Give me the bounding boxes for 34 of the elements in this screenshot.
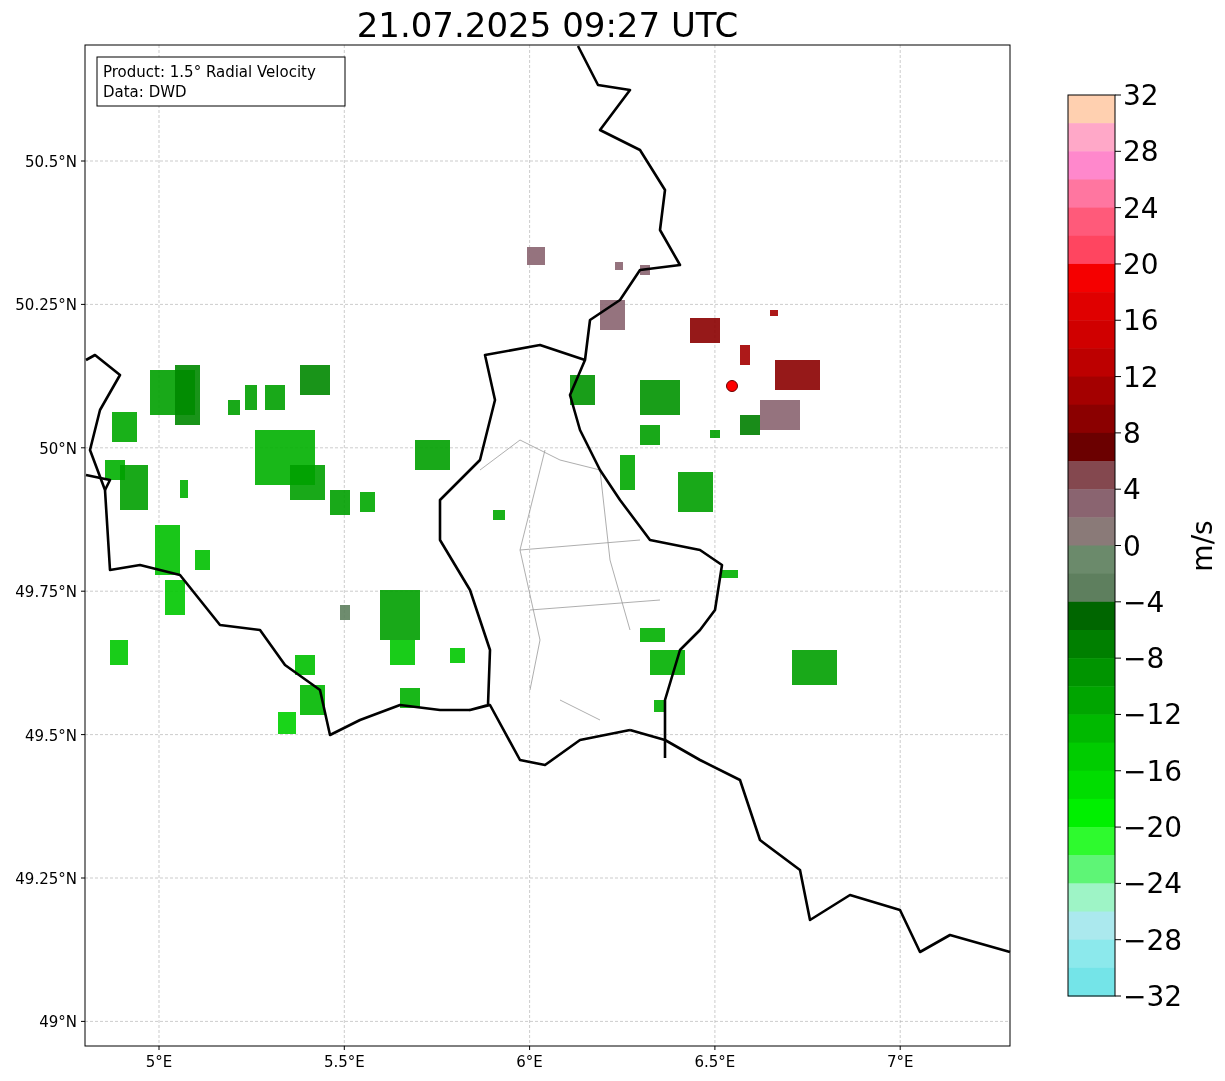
longitude-label: 5.5°E [323, 1053, 365, 1071]
latitude-label: 50°N [39, 439, 77, 458]
radar-site-marker [726, 380, 738, 392]
colorbar-tick-label: −32 [1123, 980, 1183, 1013]
latitude-label: 50.5°N [24, 153, 77, 171]
longitude-label: 5°E [145, 1053, 173, 1071]
colorbar-tick-label: −8 [1123, 642, 1165, 676]
colorbar-tick-label: −16 [1123, 754, 1183, 788]
colorbar-tick-label: 12 [1123, 360, 1159, 394]
colorbar-tick-label: −12 [1123, 698, 1183, 732]
longitude-label: 6°E [516, 1053, 543, 1071]
longitude-label: 7°E [886, 1053, 914, 1071]
longitude-label: 6.5°E [694, 1053, 736, 1071]
colorbar-tick-label: 28 [1123, 135, 1159, 169]
latitude-label: 49.75°N [15, 583, 77, 602]
colorbar-tick-label: 4 [1123, 473, 1141, 507]
colorbar-tick-label: 24 [1123, 191, 1159, 225]
chart-title: 21.07.2025 09:27 UTC [356, 5, 739, 45]
colorbar-tick-label: 32 [1123, 79, 1159, 112]
latitude-label: 49°N [39, 1013, 77, 1032]
info-text: Data: DWD [103, 83, 187, 101]
colorbar-tick-label: 20 [1123, 247, 1159, 281]
latitude-label: 50.25°N [15, 296, 77, 315]
latitude-label: 49.25°N [15, 870, 77, 888]
latitude-label: 49.5°N [24, 726, 77, 745]
colorbar-tick-label: −20 [1123, 811, 1183, 845]
colorbar-unit-label: m/s [1186, 520, 1219, 572]
colorbar-tick-label: −24 [1123, 867, 1183, 901]
colorbar-tick-label: 0 [1123, 529, 1141, 563]
colorbar-tick-label: 16 [1123, 304, 1159, 338]
colorbar-tick-label: −4 [1123, 585, 1165, 619]
colorbar-tick-label: 8 [1123, 416, 1141, 450]
colorbar-tick-label: −28 [1123, 923, 1183, 957]
info-text: Product: 1.5° Radial Velocity [103, 63, 316, 81]
